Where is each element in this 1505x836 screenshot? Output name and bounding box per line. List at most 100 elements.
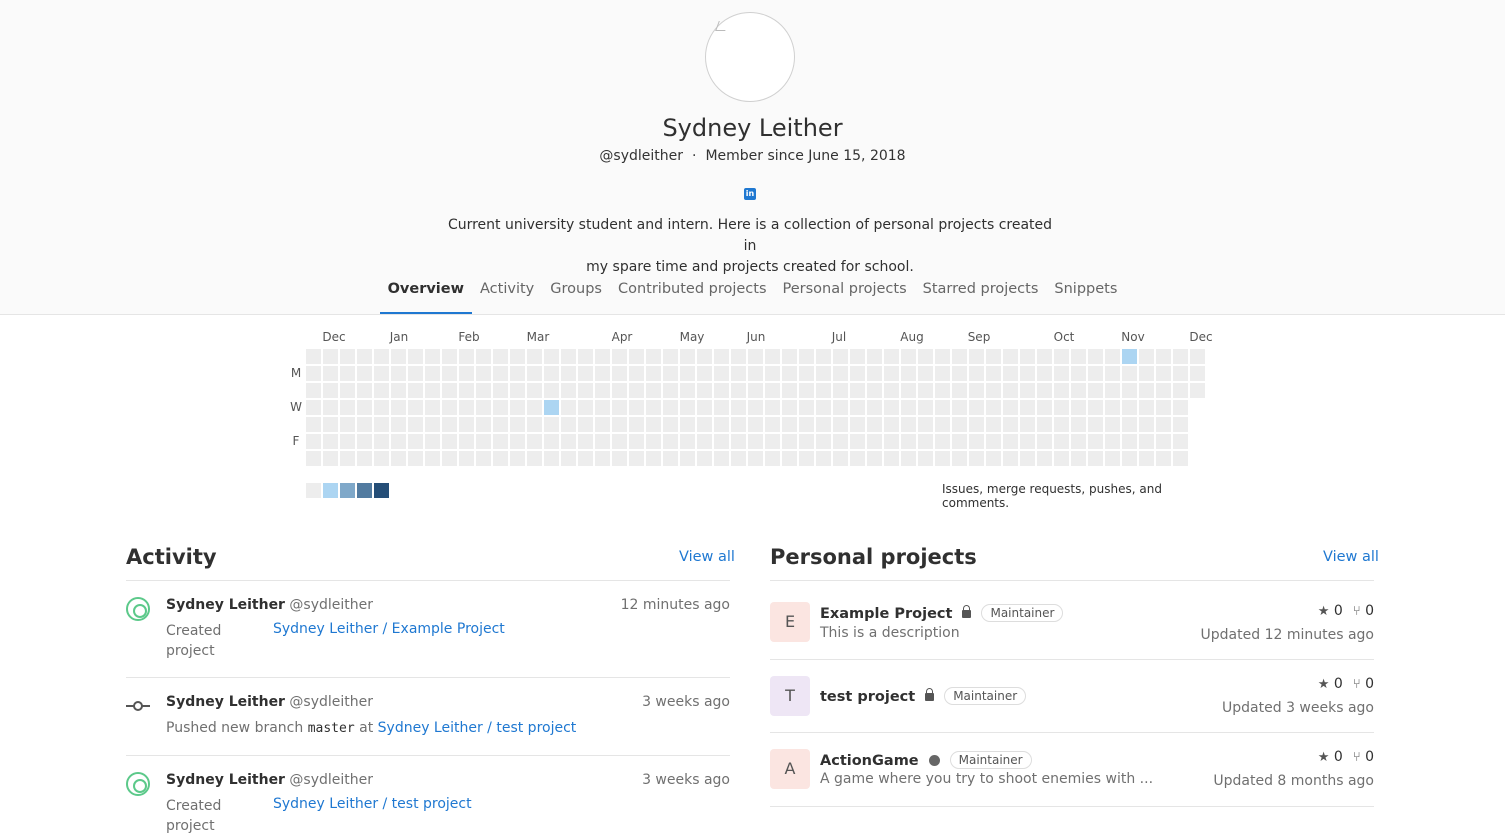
calendar-day[interactable] — [476, 451, 491, 466]
calendar-day[interactable] — [663, 417, 678, 432]
author-name[interactable]: Sydney Leither — [166, 597, 285, 613]
calendar-day[interactable] — [935, 434, 950, 449]
calendar-day[interactable] — [646, 349, 661, 364]
activity-target-link[interactable]: Sydney Leither / test project — [378, 720, 577, 736]
calendar-day[interactable] — [561, 434, 576, 449]
calendar-day[interactable] — [1054, 383, 1069, 398]
calendar-day[interactable] — [901, 366, 916, 381]
calendar-day[interactable] — [1037, 400, 1052, 415]
calendar-day[interactable] — [1020, 451, 1035, 466]
calendar-day[interactable] — [1037, 417, 1052, 432]
calendar-day[interactable] — [493, 400, 508, 415]
calendar-day[interactable] — [765, 417, 780, 432]
calendar-day[interactable] — [986, 451, 1001, 466]
calendar-day[interactable] — [374, 417, 389, 432]
calendar-day[interactable] — [391, 400, 406, 415]
calendar-day[interactable] — [765, 400, 780, 415]
calendar-day[interactable] — [731, 349, 746, 364]
calendar-day[interactable] — [1139, 366, 1154, 381]
calendar-day[interactable] — [1139, 434, 1154, 449]
calendar-day[interactable] — [629, 417, 644, 432]
calendar-day[interactable] — [595, 400, 610, 415]
calendar-day[interactable] — [425, 400, 440, 415]
calendar-day[interactable] — [850, 417, 865, 432]
calendar-day[interactable] — [595, 417, 610, 432]
calendar-day[interactable] — [1088, 417, 1103, 432]
tab-starred-projects[interactable]: Starred projects — [915, 278, 1047, 314]
calendar-day[interactable] — [459, 434, 474, 449]
calendar-day[interactable] — [1139, 349, 1154, 364]
calendar-day[interactable] — [1173, 383, 1188, 398]
calendar-day[interactable] — [459, 417, 474, 432]
calendar-day[interactable] — [408, 434, 423, 449]
calendar-day[interactable] — [765, 349, 780, 364]
calendar-day[interactable] — [833, 349, 848, 364]
calendar-day[interactable] — [493, 383, 508, 398]
calendar-day[interactable] — [612, 434, 627, 449]
calendar-day[interactable] — [935, 417, 950, 432]
calendar-day[interactable] — [1054, 349, 1069, 364]
calendar-day[interactable] — [527, 417, 542, 432]
project-name-link[interactable]: ActionGame — [820, 753, 919, 769]
calendar-day[interactable] — [357, 383, 372, 398]
calendar-day[interactable] — [374, 349, 389, 364]
calendar-day[interactable] — [680, 451, 695, 466]
calendar-day[interactable] — [646, 451, 661, 466]
author-name[interactable]: Sydney Leither — [166, 694, 285, 710]
calendar-day[interactable] — [612, 366, 627, 381]
calendar-day[interactable] — [799, 417, 814, 432]
calendar-day[interactable] — [306, 451, 321, 466]
calendar-day[interactable] — [986, 400, 1001, 415]
calendar-day[interactable] — [646, 400, 661, 415]
calendar-day[interactable] — [952, 400, 967, 415]
calendar-day[interactable] — [544, 366, 559, 381]
calendar-day[interactable] — [527, 434, 542, 449]
calendar-day[interactable] — [493, 434, 508, 449]
calendar-day[interactable] — [340, 400, 355, 415]
calendar-day[interactable] — [680, 417, 695, 432]
calendar-day[interactable] — [1020, 434, 1035, 449]
calendar-day[interactable] — [833, 434, 848, 449]
calendar-day[interactable] — [884, 366, 899, 381]
calendar-day[interactable] — [306, 383, 321, 398]
calendar-day[interactable] — [561, 383, 576, 398]
calendar-day[interactable] — [1173, 349, 1188, 364]
calendar-day[interactable] — [731, 434, 746, 449]
calendar-day[interactable] — [391, 383, 406, 398]
calendar-day[interactable] — [918, 349, 933, 364]
calendar-day[interactable] — [425, 366, 440, 381]
calendar-day[interactable] — [1003, 434, 1018, 449]
calendar-day[interactable] — [323, 366, 338, 381]
calendar-day[interactable] — [952, 417, 967, 432]
calendar-day[interactable] — [714, 383, 729, 398]
calendar-day[interactable] — [510, 400, 525, 415]
calendar-day[interactable] — [1190, 366, 1205, 381]
calendar-day[interactable] — [935, 451, 950, 466]
calendar-day[interactable] — [901, 434, 916, 449]
calendar-day[interactable] — [408, 417, 423, 432]
calendar-day[interactable] — [374, 383, 389, 398]
calendar-day[interactable] — [748, 400, 763, 415]
calendar-day[interactable] — [357, 366, 372, 381]
calendar-day[interactable] — [578, 417, 593, 432]
calendar-day[interactable] — [680, 366, 695, 381]
calendar-day[interactable] — [867, 349, 882, 364]
calendar-day[interactable] — [561, 349, 576, 364]
calendar-day[interactable] — [578, 434, 593, 449]
calendar-day[interactable] — [748, 366, 763, 381]
calendar-day[interactable] — [391, 451, 406, 466]
calendar-day[interactable] — [408, 383, 423, 398]
calendar-day[interactable] — [306, 400, 321, 415]
calendar-day[interactable] — [425, 383, 440, 398]
calendar-day[interactable] — [782, 400, 797, 415]
calendar-day[interactable] — [663, 349, 678, 364]
calendar-day[interactable] — [799, 434, 814, 449]
calendar-day[interactable] — [833, 400, 848, 415]
calendar-day[interactable] — [1037, 383, 1052, 398]
tab-snippets[interactable]: Snippets — [1046, 278, 1125, 314]
calendar-day[interactable] — [1003, 349, 1018, 364]
calendar-day[interactable] — [782, 366, 797, 381]
tab-overview[interactable]: Overview — [379, 278, 473, 314]
calendar-day[interactable] — [1037, 366, 1052, 381]
calendar-day[interactable] — [1071, 349, 1086, 364]
